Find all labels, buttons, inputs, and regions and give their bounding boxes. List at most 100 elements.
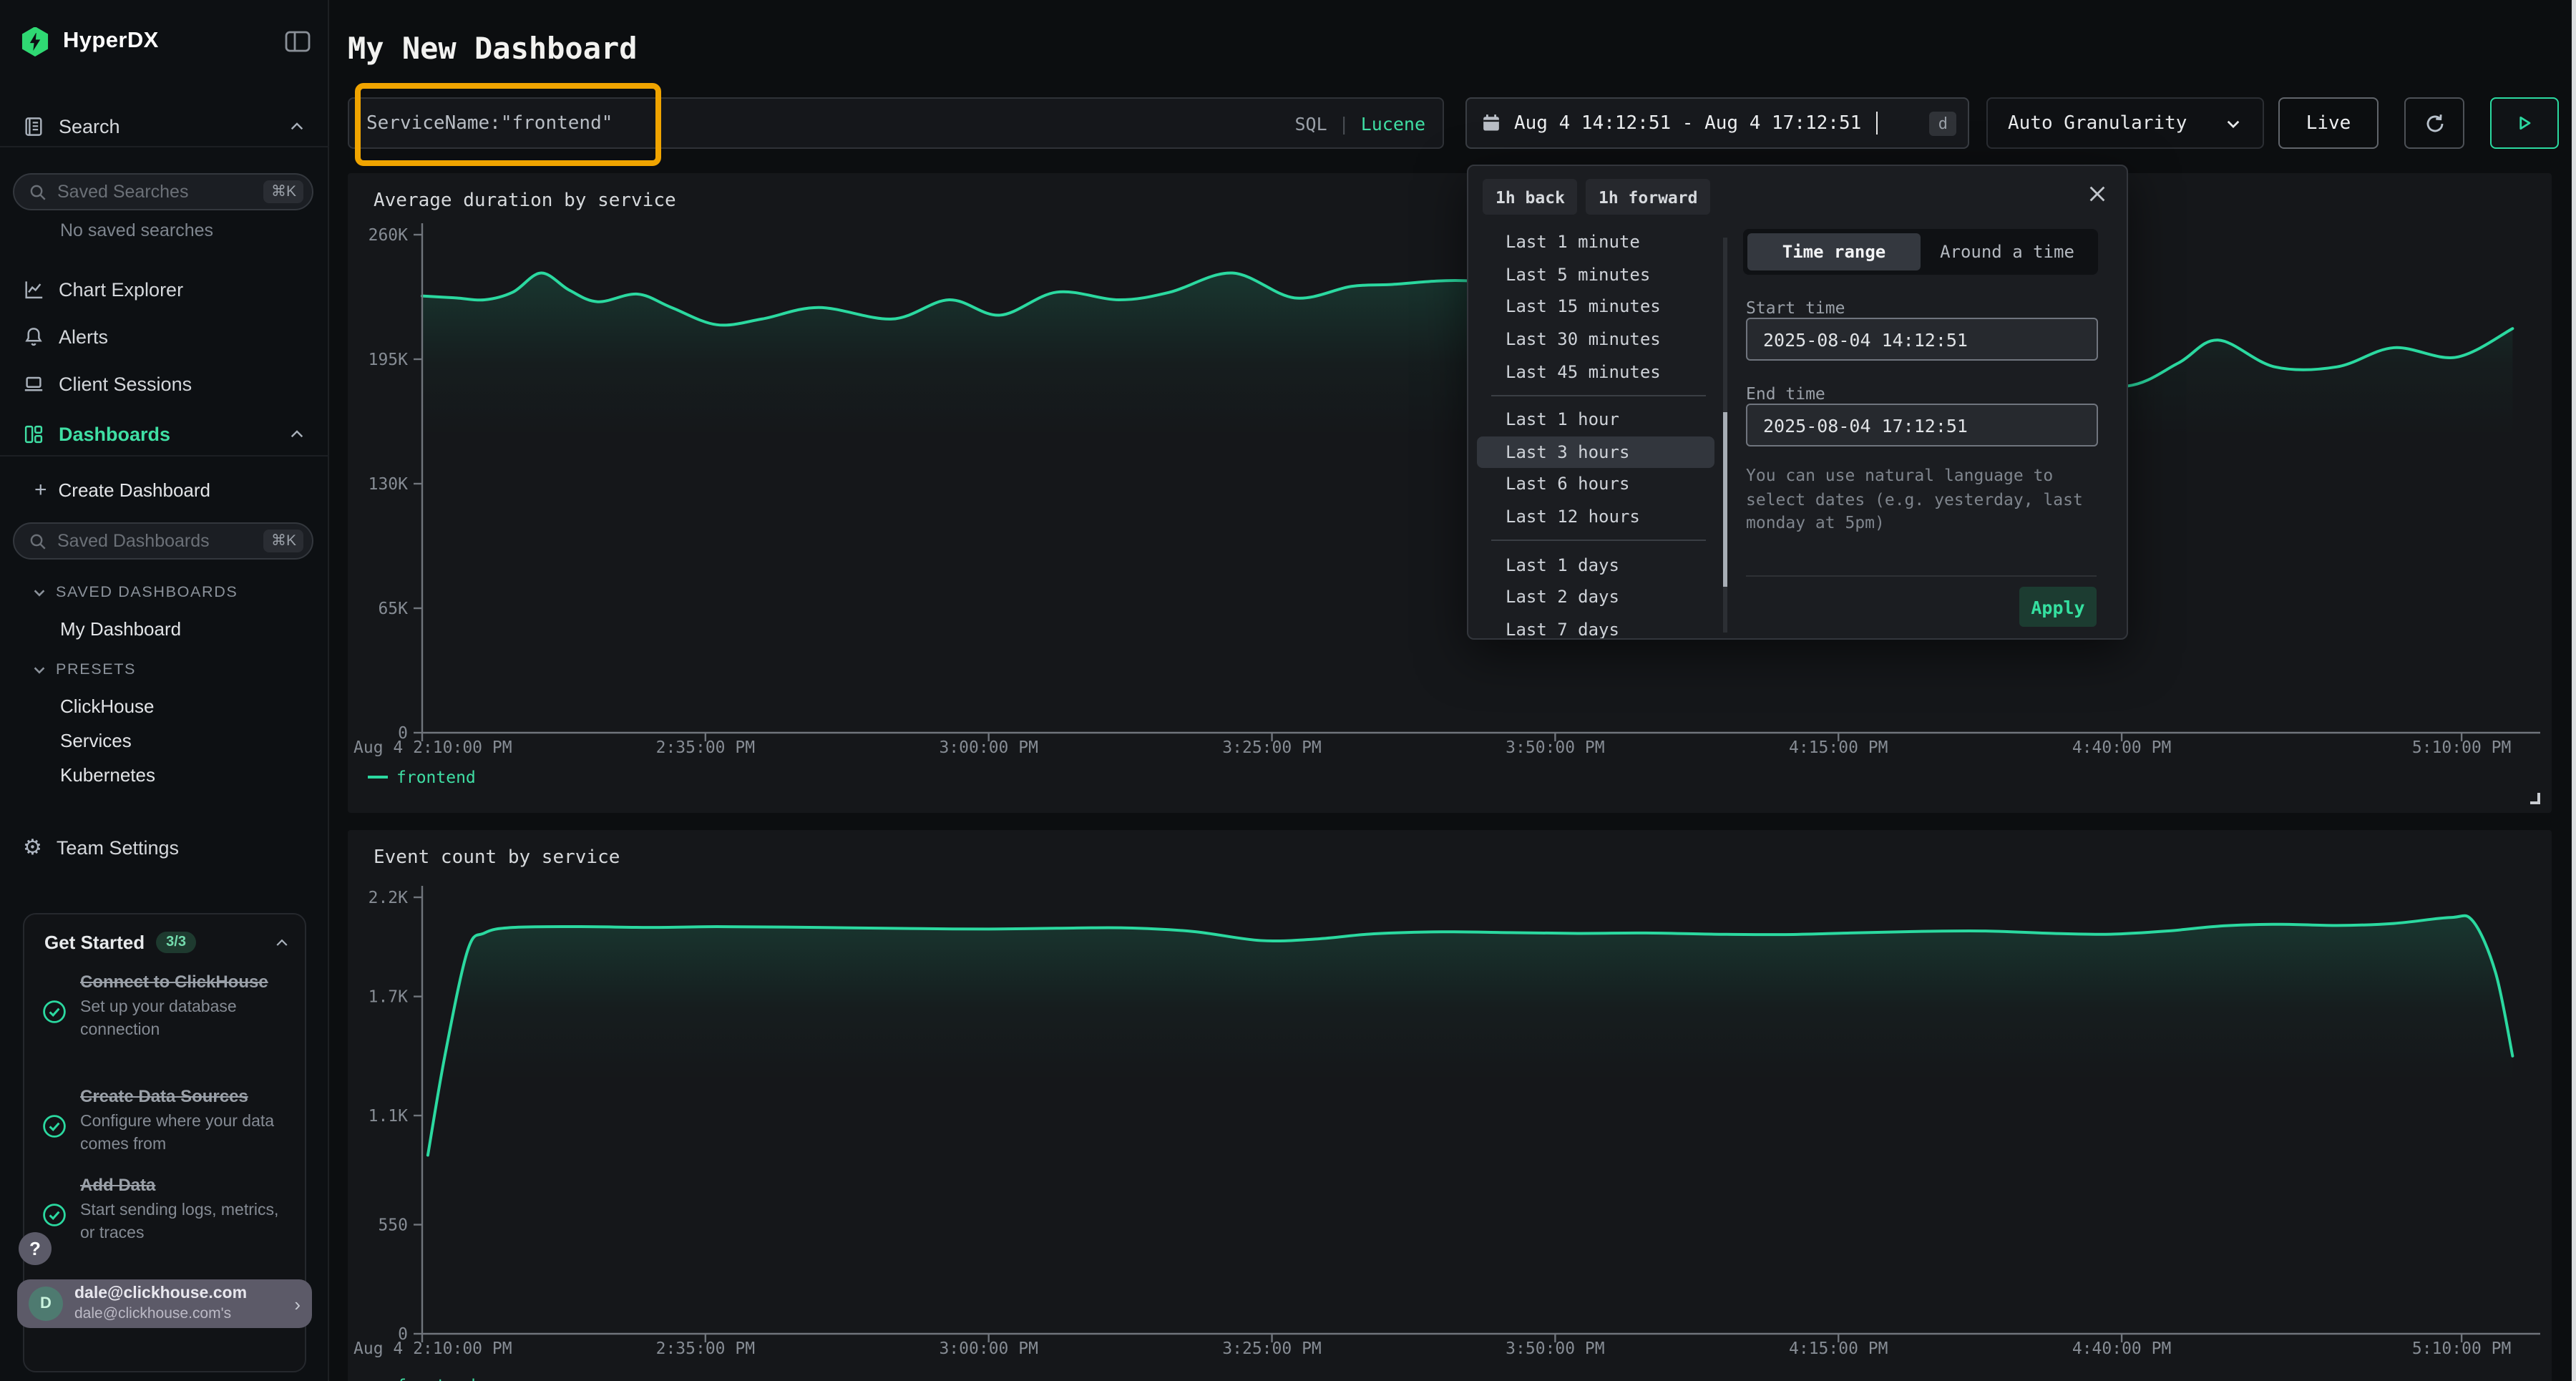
window-scrollbar[interactable]: [2572, 0, 2576, 1381]
quick-range-option[interactable]: Last 6 hours: [1477, 468, 1714, 500]
sidebar-item-chart-explorer[interactable]: Chart Explorer: [0, 269, 329, 309]
saved-dashboards-placeholder: Saved Dashboards: [57, 531, 210, 551]
saved-searches-input[interactable]: Saved Searches ⌘K: [13, 173, 313, 210]
page-title: My New Dashboard: [348, 31, 638, 66]
divider: [1491, 540, 1706, 542]
sidebar-item-my-dashboard[interactable]: My Dashboard: [60, 618, 181, 640]
chevron-down-icon: [31, 585, 47, 600]
tab-around-a-time[interactable]: Around a time: [1921, 233, 2094, 270]
no-saved-searches-text: No saved searches: [60, 220, 213, 240]
chart-legend[interactable]: frontend: [368, 767, 476, 787]
checklist-item-subtitle: Set up your database connection: [80, 996, 293, 1042]
checklist-item[interactable]: Connect to ClickHouse Set up your databa…: [42, 969, 293, 1042]
live-button[interactable]: Live: [2278, 97, 2379, 149]
sidebar-item-clickhouse[interactable]: ClickHouse: [60, 696, 155, 717]
divider: [1746, 575, 2097, 577]
x-tick-label: 2:35:00 PM: [656, 1339, 755, 1358]
end-time-input[interactable]: 2025-08-04 17:12:51: [1746, 404, 2098, 446]
text-cursor: [1875, 112, 1878, 135]
user-subtitle: dale@clickhouse.com's: [74, 1304, 247, 1322]
quick-range-option[interactable]: Last 15 minutes: [1477, 291, 1714, 323]
legend-label: frontend: [396, 1375, 476, 1381]
end-time-label: End time: [1746, 384, 1825, 404]
tab-time-range[interactable]: Time range: [1747, 233, 1921, 270]
granularity-dropdown[interactable]: Auto Granularity: [1986, 97, 2264, 149]
divider: [1491, 395, 1706, 396]
quick-range-option[interactable]: Last 12 hours: [1477, 501, 1714, 533]
y-tick-label: 550: [378, 1216, 408, 1235]
y-tick-label: 130K: [369, 475, 409, 494]
quick-range-option[interactable]: Last 3 hours: [1477, 436, 1714, 468]
play-button[interactable]: [2490, 97, 2559, 149]
sidebar-item-kubernetes[interactable]: Kubernetes: [60, 764, 155, 786]
sidebar-search-label: Search: [59, 115, 120, 137]
line-chart[interactable]: 260K195K130K65K0Aug 4 2:10:00 PM2:35:00 …: [348, 173, 2552, 813]
sidebar-item-services[interactable]: Services: [60, 730, 132, 751]
quick-range-option[interactable]: Last 30 minutes: [1477, 323, 1714, 356]
x-tick-label: 3:00:00 PM: [939, 1339, 1038, 1358]
y-tick-label: 195K: [369, 351, 409, 369]
scrollbar-thumb[interactable]: [1723, 412, 1727, 587]
start-time-input[interactable]: 2025-08-04 14:12:51: [1746, 318, 2098, 361]
quick-range-option[interactable]: Last 1 days: [1477, 549, 1714, 581]
user-account-chip[interactable]: D dale@clickhouse.com dale@clickhouse.co…: [17, 1279, 312, 1328]
chart-panel-average-duration: Average duration by service 260K195K130K…: [348, 173, 2552, 813]
time-picker-tabs: Time range Around a time: [1743, 229, 2098, 275]
x-tick-label: 3:50:00 PM: [1506, 1339, 1604, 1358]
quick-range-option[interactable]: Last 1 minute: [1477, 226, 1714, 258]
time-range-value: Aug 4 14:12:51 - Aug 4 17:12:51: [1514, 112, 1861, 134]
x-tick-label: 2:35:00 PM: [656, 738, 755, 757]
presets-section-header[interactable]: PRESETS: [31, 661, 136, 678]
help-button[interactable]: ?: [19, 1232, 52, 1265]
x-tick-label: 4:40:00 PM: [2072, 738, 2171, 757]
plus-icon: +: [34, 478, 47, 502]
saved-dashboards-section-header[interactable]: SAVED DASHBOARDS: [31, 584, 238, 601]
time-picker-popup: 1h back 1h forward Last 1 minute Last 5 …: [1467, 165, 2128, 640]
panel-resize-handle[interactable]: [2530, 793, 2540, 804]
quick-range-option[interactable]: Last 2 days: [1477, 581, 1714, 613]
search-filter-input[interactable]: ServiceName:"frontend" SQL | Lucene: [348, 97, 1444, 149]
quick-range-list: Last 1 minute Last 5 minutes Last 15 min…: [1468, 226, 1723, 640]
x-tick-label: 4:15:00 PM: [1789, 738, 1888, 757]
time-range-input[interactable]: Aug 4 14:12:51 - Aug 4 17:12:51 d: [1465, 97, 1969, 149]
sidebar-item-search[interactable]: Search: [0, 106, 329, 146]
team-settings-label: Team Settings: [57, 836, 179, 858]
chart-explorer-icon: [23, 278, 44, 300]
shift-forward-button[interactable]: 1h forward: [1586, 179, 1711, 215]
sql-toggle[interactable]: SQL: [1294, 112, 1327, 134]
checklist-item-subtitle: Start sending logs, metrics, or traces: [80, 1199, 293, 1245]
quick-range-option[interactable]: Last 1 hour: [1477, 404, 1714, 436]
chevron-up-icon[interactable]: [273, 934, 291, 951]
chart-panel-event-count: Event count by service 2.2K1.7K1.1K5500A…: [348, 830, 2552, 1381]
shift-back-button[interactable]: 1h back: [1483, 179, 1578, 215]
sidebar-item-client-sessions[interactable]: Client Sessions: [0, 363, 329, 404]
quick-range-option[interactable]: Last 7 days: [1477, 613, 1714, 640]
search-section-icon: [23, 115, 44, 137]
shortcut-badge: ⌘K: [264, 180, 303, 203]
x-tick-label: 4:40:00 PM: [2072, 1339, 2171, 1358]
sidebar-collapse-icon[interactable]: [285, 30, 311, 53]
create-dashboard-button[interactable]: + Create Dashboard: [34, 478, 210, 502]
sidebar-item-team-settings[interactable]: ⚙ Team Settings: [0, 827, 329, 867]
apply-button[interactable]: Apply: [2019, 587, 2097, 627]
lucene-toggle[interactable]: Lucene: [1361, 112, 1425, 134]
saved-dashboards-input[interactable]: Saved Dashboards ⌘K: [13, 522, 313, 560]
play-icon: [2514, 113, 2534, 133]
y-tick-label: 2.2K: [369, 889, 409, 907]
filter-query-text: ServiceName:"frontend": [366, 112, 613, 134]
divider: [0, 146, 329, 147]
line-chart[interactable]: 2.2K1.7K1.1K5500Aug 4 2:10:00 PM2:35:00 …: [348, 830, 2552, 1381]
quick-range-option[interactable]: Last 45 minutes: [1477, 356, 1714, 388]
quick-range-option[interactable]: Last 5 minutes: [1477, 258, 1714, 291]
y-tick-label: 1.1K: [369, 1107, 409, 1126]
search-icon: [29, 182, 47, 201]
chart-legend[interactable]: frontend: [368, 1375, 476, 1381]
checklist-item[interactable]: Create Data Sources Configure where your…: [42, 1083, 293, 1156]
sidebar-item-alerts[interactable]: Alerts: [0, 316, 329, 356]
refresh-icon: [2422, 111, 2446, 135]
get-started-progress-badge: 3/3: [156, 932, 196, 953]
search-icon: [29, 532, 47, 550]
sidebar-item-dashboards[interactable]: Dashboards: [0, 414, 329, 454]
checklist-item[interactable]: Add Data Start sending logs, metrics, or…: [42, 1172, 293, 1245]
refresh-button[interactable]: [2404, 97, 2464, 149]
